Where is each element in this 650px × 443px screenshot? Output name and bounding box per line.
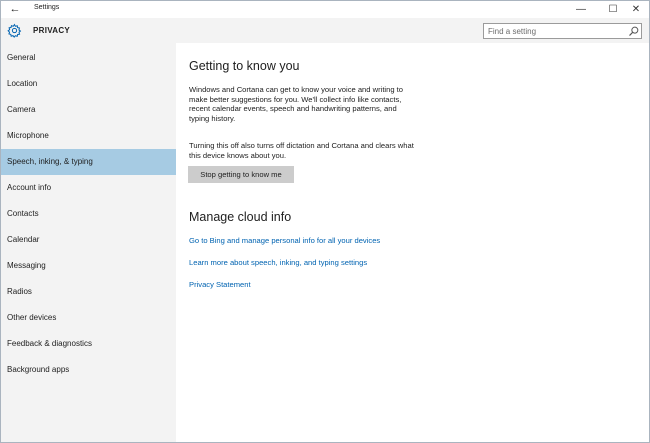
settings-window: ← Settings — ☐ ✕ PRIVACY General Locatio…: [0, 0, 650, 443]
title-bar: ← Settings — ☐ ✕: [1, 1, 649, 18]
note-line: Turning this off also turns off dictatio…: [189, 141, 414, 150]
getting-to-know-heading: Getting to know you: [189, 59, 300, 73]
sidebar-item-contacts[interactable]: Contacts: [1, 201, 176, 227]
page-title: PRIVACY: [33, 26, 71, 35]
description-line: make better suggestions for you. We'll c…: [189, 94, 402, 104]
sidebar-item-other-devices[interactable]: Other devices: [1, 305, 176, 331]
sidebar-item-feedback-diagnostics[interactable]: Feedback & diagnostics: [1, 331, 176, 357]
sidebar-item-camera[interactable]: Camera: [1, 97, 176, 123]
close-button[interactable]: ✕: [622, 1, 649, 18]
learn-more-speech-link[interactable]: Learn more about speech, inking, and typ…: [189, 258, 367, 267]
note-line: this device knows about you.: [189, 150, 287, 160]
search-box[interactable]: [483, 23, 642, 39]
sidebar-item-radios[interactable]: Radios: [1, 279, 176, 305]
back-button[interactable]: ←: [7, 2, 23, 17]
description-line: recent calendar events, speech and handw…: [189, 104, 397, 113]
gear-icon: [7, 23, 22, 38]
minimize-button[interactable]: —: [567, 1, 595, 18]
main-content: Getting to know you Windows and Cortana …: [176, 43, 649, 442]
sidebar-item-speech-inking-typing[interactable]: Speech, inking, & typing: [1, 149, 176, 175]
sidebar-item-microphone[interactable]: Microphone: [1, 123, 176, 149]
sidebar-item-general[interactable]: General: [1, 45, 176, 71]
bing-personal-info-link[interactable]: Go to Bing and manage personal info for …: [189, 236, 380, 245]
turn-off-note: Turning this off also turns off dictatio…: [189, 141, 414, 160]
stop-getting-to-know-me-button[interactable]: Stop getting to know me: [188, 166, 294, 183]
sidebar-nav: General Location Camera Microphone Speec…: [1, 43, 176, 442]
window-title: Settings: [34, 4, 60, 11]
sidebar-item-background-apps[interactable]: Background apps: [1, 357, 176, 383]
sidebar-item-location[interactable]: Location: [1, 71, 176, 97]
manage-cloud-info-heading: Manage cloud info: [189, 210, 292, 224]
sidebar-item-calendar[interactable]: Calendar: [1, 227, 176, 253]
sidebar-item-account-info[interactable]: Account info: [1, 175, 176, 201]
search-input[interactable]: [488, 24, 624, 38]
description-line: Windows and Cortana can get to know your…: [189, 85, 404, 94]
description-line: typing history.: [189, 113, 236, 123]
privacy-statement-link[interactable]: Privacy Statement: [189, 280, 251, 289]
search-icon[interactable]: [629, 26, 639, 36]
sidebar-item-messaging[interactable]: Messaging: [1, 253, 176, 279]
getting-to-know-description: Windows and Cortana can get to know your…: [189, 85, 403, 123]
page-header: PRIVACY: [1, 18, 649, 43]
